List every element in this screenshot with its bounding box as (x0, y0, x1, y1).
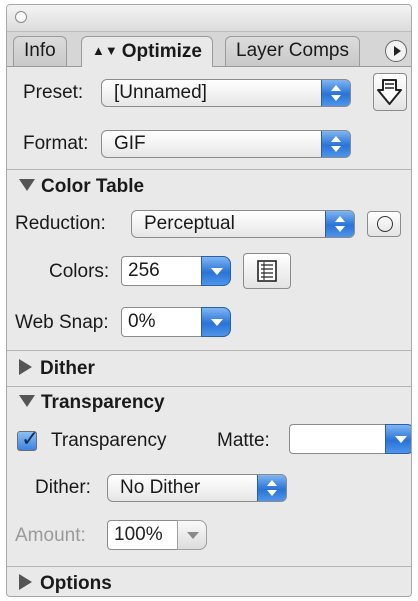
matte-dropdown-icon[interactable] (385, 424, 411, 454)
panel-titlebar (7, 5, 411, 32)
amount-combo[interactable]: 100% (107, 520, 207, 550)
format-select[interactable]: GIF (101, 130, 351, 158)
amount-dropdown-icon[interactable] (177, 520, 207, 550)
dither-value: No Dither (120, 477, 201, 498)
amount-label: Amount: (15, 525, 86, 546)
format-stepper-icon (321, 131, 350, 157)
colors-label: Colors: (49, 261, 110, 282)
optimize-to-size-button[interactable] (373, 73, 407, 111)
tab-info[interactable]: Info (13, 36, 67, 66)
page-icon (257, 260, 277, 282)
divider (7, 350, 411, 351)
tab-sort-icon: ▲▼ (92, 43, 118, 58)
web-snap-dropdown-icon[interactable] (201, 307, 231, 337)
tab-layer-comps[interactable]: Layer Comps (225, 36, 360, 66)
dither-stepper-icon (257, 475, 286, 501)
divider (7, 386, 411, 387)
web-snap-combo[interactable]: 0% (121, 307, 231, 337)
divider (7, 566, 411, 567)
close-dot-icon[interactable] (15, 11, 27, 23)
transparency-checkbox[interactable]: ✓ (17, 426, 39, 451)
checkmark-icon: ✓ (21, 426, 40, 451)
web-snap-value: 0% (128, 311, 156, 332)
preset-stepper-icon (321, 80, 350, 106)
reduction-select[interactable]: Perceptual (131, 210, 355, 238)
optimize-to-size-icon (377, 79, 402, 105)
web-snap-label: Web Snap: (15, 312, 109, 333)
transparency-header[interactable]: Transparency (19, 392, 165, 414)
options-title: Options (40, 573, 112, 594)
dither-select[interactable]: No Dither (107, 474, 287, 502)
colors-dropdown-icon[interactable] (201, 256, 231, 286)
reduction-stepper-icon (325, 211, 354, 237)
panel-content: Preset: [Unnamed] Format: GIF Color Tabl… (7, 67, 411, 596)
preset-label: Preset: (23, 82, 84, 103)
disclosure-right-icon (19, 574, 32, 590)
disclosure-down-icon (19, 395, 35, 407)
disclosure-right-icon (19, 359, 32, 375)
transparency-title: Transparency (41, 392, 165, 413)
dither-header[interactable]: Dither (19, 358, 95, 380)
color-table-header[interactable]: Color Table (19, 176, 144, 198)
reduction-value: Perceptual (144, 213, 235, 234)
color-table-title: Color Table (41, 176, 145, 197)
color-table-page-button[interactable] (243, 253, 291, 289)
tab-optimize-label: Optimize (121, 41, 202, 62)
reduction-label: Reduction: (15, 213, 106, 234)
matte-label: Matte: (217, 430, 270, 451)
tab-bar: Info ▲▼ Optimize Layer Comps (7, 32, 411, 67)
optimize-panel: Info ▲▼ Optimize Layer Comps Preset: [Unn… (6, 4, 412, 597)
tab-info-label: Info (24, 40, 56, 61)
tab-optimize[interactable]: ▲▼ Optimize (81, 36, 213, 67)
dither-title: Dither (40, 358, 95, 379)
tab-layer-comps-label: Layer Comps (236, 40, 349, 61)
amount-value: 100% (114, 524, 163, 545)
divider (7, 169, 411, 170)
matte-combo[interactable] (289, 424, 411, 454)
format-label: Format: (23, 133, 89, 154)
disclosure-down-icon (19, 179, 35, 191)
dither-label: Dither: (35, 477, 91, 498)
circle-icon[interactable] (367, 211, 401, 237)
preset-select[interactable]: [Unnamed] (101, 79, 351, 107)
colors-combo[interactable]: 256 (121, 256, 231, 286)
preset-value: [Unnamed] (114, 82, 207, 103)
panel-menu-icon[interactable] (385, 40, 407, 62)
format-value: GIF (114, 133, 146, 154)
colors-value: 256 (128, 260, 160, 281)
options-header[interactable]: Options (19, 573, 112, 595)
transparency-checkbox-label: Transparency (51, 430, 167, 451)
